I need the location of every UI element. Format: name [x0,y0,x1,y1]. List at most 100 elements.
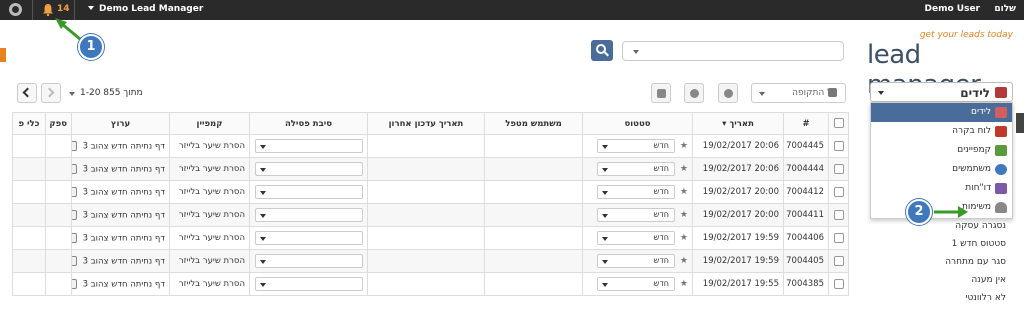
calendar-button[interactable] [823,83,845,103]
status-filter-item[interactable]: אין מענה [971,275,1006,285]
previous-page-button[interactable] [17,83,37,103]
next-page-button[interactable] [41,83,61,103]
status-select[interactable]: חדש [596,277,675,291]
row-checkbox[interactable] [828,272,849,296]
row-checkbox[interactable] [828,157,849,181]
side-tab[interactable] [0,48,6,62]
channel-cell: דף נחיתה חדש צהוב 3 [71,134,170,158]
page-size-dropdown[interactable] [69,92,75,96]
column-header[interactable]: ספק [45,112,72,135]
channel-icon[interactable] [72,255,77,266]
lead-status-cell: ★ חדש [582,226,693,250]
star-icon[interactable]: ★ [680,210,688,220]
status-filter-item[interactable]: סטטוס חדש 1 [952,239,1006,249]
status-select[interactable]: חדש [596,139,675,153]
channel-icon[interactable] [72,232,77,243]
channel-icon[interactable] [72,186,77,197]
reject-reason-select[interactable] [255,162,363,176]
reject-reason-select[interactable] [255,277,363,291]
lead-id[interactable]: 7004385 [783,272,829,296]
reject-reason-select[interactable] [255,185,363,199]
column-header[interactable]: ערוץ [71,112,170,135]
lead-id[interactable]: 7004411 [783,203,829,227]
menu-item-tasks[interactable]: משימות [871,198,1012,217]
reject-reason-select[interactable] [255,208,363,222]
lead-id[interactable]: 7004405 [783,249,829,273]
callout-badge: 1 [78,34,104,60]
caret-down-icon [88,6,94,10]
channel-icon[interactable] [72,209,77,220]
star-icon[interactable]: ★ [680,279,688,289]
user-name[interactable]: Demo User [925,4,980,14]
bell-icon[interactable] [42,3,54,16]
star-icon[interactable]: ★ [680,187,688,197]
star-icon[interactable]: ★ [680,256,688,266]
divider [74,0,75,20]
caret-down-icon [260,260,266,264]
column-header[interactable]: תאריך עדכון אחרון [367,112,485,135]
side-tab[interactable] [1016,113,1024,133]
lead-id[interactable]: 7004445 [783,134,829,158]
supplier-cell [45,134,72,158]
status-select[interactable]: חדש [596,231,675,245]
reject-reason-select[interactable] [255,231,363,245]
reject-reason-select[interactable] [255,254,363,268]
status-select[interactable]: חדש [596,162,675,176]
column-header-sorted[interactable]: תאריך ▾ [692,112,784,135]
add-button[interactable] [684,83,704,103]
column-header[interactable]: סיבת פסילה [249,112,368,135]
status-select[interactable]: חדש [596,208,675,222]
status-select[interactable]: חדש [596,185,675,199]
gear-icon[interactable] [9,3,22,16]
table-row[interactable]: 7004406 19/02/2017 19:59 ★ חדש הסרת שיער בלי… [12,226,849,250]
table-row[interactable]: 7004385 19/02/2017 19:55 ★ חדש הסרת שיער בלי… [12,272,849,296]
column-header[interactable]: # [783,112,829,135]
row-checkbox[interactable] [828,134,849,158]
export-button[interactable] [651,83,671,103]
menu-item-users[interactable]: משתמשים [871,160,1012,179]
menu-item-reports[interactable]: דו"חות [871,179,1012,198]
caret-down-icon [260,168,266,172]
app-menu[interactable]: Demo Lead Manager [88,4,203,14]
column-header[interactable]: משתמש מטפל [484,112,583,135]
row-checkbox[interactable] [828,249,849,273]
row-checkbox[interactable] [828,226,849,250]
status-filter-item[interactable]: נסגרה עסקה [955,221,1006,231]
handler-cell [484,157,583,181]
column-header[interactable]: קמפיין [169,112,250,135]
table-row[interactable]: 7004412 19/02/2017 20:00 ★ חדש הסרת שיער בלי… [12,180,849,204]
module-select[interactable]: לידים [870,82,1013,102]
star-icon[interactable]: ★ [680,141,688,151]
column-header[interactable]: כלי פ [12,112,46,135]
refresh-button[interactable] [718,83,738,103]
channel-icon[interactable] [72,140,77,151]
menu-item-leads[interactable]: לידים [871,103,1012,122]
column-header[interactable]: סטטוס [582,112,693,135]
star-icon[interactable]: ★ [680,233,688,243]
lead-status-cell: ★ חדש [582,180,693,204]
notification-count[interactable]: 14 [57,4,70,14]
select-all-checkbox[interactable] [828,112,849,135]
row-checkbox[interactable] [828,203,849,227]
status-select[interactable]: חדש [596,254,675,268]
status-filter-item[interactable]: לא רלוונטי [965,293,1006,303]
search-input[interactable] [622,41,844,61]
table-row[interactable]: 7004445 19/02/2017 20:06 ★ חדש הסרת שיער בלי… [12,134,849,158]
lead-id[interactable]: 7004412 [783,180,829,204]
channel-icon[interactable] [72,278,77,289]
lead-id[interactable]: 7004406 [783,226,829,250]
reject-reason-select[interactable] [255,139,363,153]
star-icon[interactable]: ★ [680,164,688,174]
menu-item-campaigns[interactable]: קמפיינים [871,141,1012,160]
channel-icon[interactable] [72,163,77,174]
table-row[interactable]: 7004444 19/02/2017 20:06 ★ חדש הסרת שיער בלי… [12,157,849,181]
table-row[interactable]: 7004411 19/02/2017 20:00 ★ חדש הסרת שיער בלי… [12,203,849,227]
row-checkbox[interactable] [828,180,849,204]
lead-date: 19/02/2017 20:00 [692,203,784,227]
lead-id-text: 7004411 [786,210,824,220]
search-button[interactable] [591,40,613,61]
status-filter-item[interactable]: סגר עם מתחרה [945,257,1006,267]
table-row[interactable]: 7004405 19/02/2017 19:59 ★ חדש הסרת שיער בלי… [12,249,849,273]
lead-id[interactable]: 7004444 [783,157,829,181]
menu-item-dashboard[interactable]: לוח בקרה [871,122,1012,141]
